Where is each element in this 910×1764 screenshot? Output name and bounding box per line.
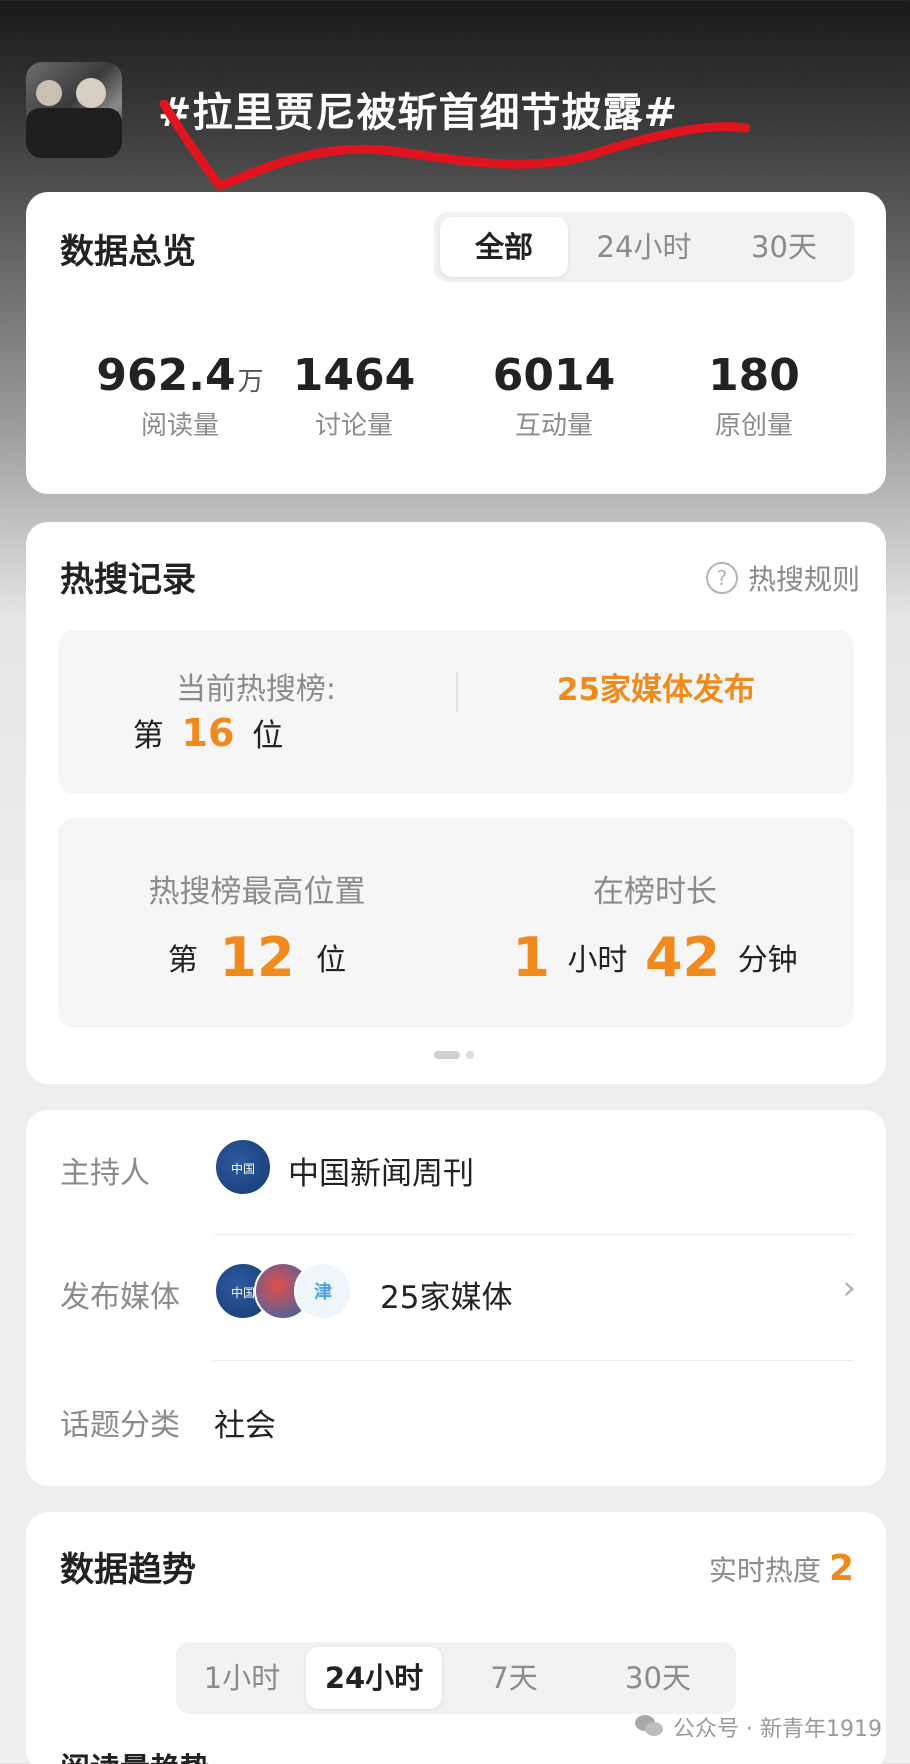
stat-originals-value: 180: [708, 350, 800, 401]
page-indicator: [434, 1044, 480, 1063]
duration-hours: 1: [512, 926, 550, 989]
media-publish-link[interactable]: 25家媒体发布: [458, 664, 854, 709]
host-logo-icon: 中国: [214, 1138, 272, 1196]
highest-rank-label: 热搜榜最高位置: [148, 874, 366, 910]
duration-value: 1 小时 42 分钟: [456, 926, 854, 989]
hot-rules-link[interactable]: ? 热搜规则: [705, 558, 860, 598]
stat-discussions: 1464 讨论量: [254, 350, 454, 442]
read-trend-title: 阅读量趋势: [60, 1744, 210, 1764]
stat-interactions-label: 互动量: [514, 411, 593, 441]
stat-reads: 962.4万 阅读量: [80, 350, 280, 442]
duration-label: 在榜时长: [593, 874, 717, 910]
current-rank-suffix: 位: [252, 718, 284, 754]
realtime-heat-label: 实时热度: [708, 1554, 821, 1587]
wechat-icon: [635, 1715, 665, 1739]
question-icon: ?: [705, 562, 738, 594]
rank-history-panel: 热搜榜最高位置 第 12 位 在榜时长 1 小时 42 分钟: [58, 818, 854, 1028]
trend-range-tabs: 1小时 24小时 7天 30天: [176, 1642, 736, 1714]
highest-rank-prefix: 第: [167, 943, 198, 978]
stat-interactions-value: 6014: [492, 350, 616, 401]
media-label: 发布媒体: [60, 1280, 180, 1315]
category-label: 话题分类: [60, 1408, 180, 1443]
current-rank-label: 当前热搜榜:: [175, 672, 337, 707]
category-value: 社会: [214, 1408, 276, 1444]
tab-24h[interactable]: 24小时: [306, 1647, 442, 1709]
duration-minutes: 42: [644, 926, 721, 989]
current-rank-panel: 当前热搜榜: 第 16 位 25家媒体发布: [58, 630, 854, 794]
tab-30d[interactable]: 30天: [586, 1647, 730, 1709]
hot-record-card: 热搜记录 ? 热搜规则 当前热搜榜: 第 16 位 25家媒体发布 热搜榜最高位…: [26, 522, 886, 1084]
red-underline-annotation: [159, 100, 750, 191]
tab-24h[interactable]: 24小时: [574, 217, 714, 277]
stat-discussions-label: 讨论量: [314, 411, 393, 441]
duration-minutes-unit: 分钟: [737, 943, 798, 978]
data-trend-title: 数据趋势: [60, 1550, 196, 1590]
topic-header: #拉里贾尼被斩首细节披露#: [0, 0, 910, 200]
chevron-right-icon: ›: [842, 1268, 856, 1308]
host-name[interactable]: 中国新闻周刊: [288, 1148, 474, 1193]
host-label: 主持人: [60, 1156, 150, 1191]
row-divider: [214, 1360, 854, 1361]
hot-record-title: 热搜记录: [60, 560, 196, 600]
highest-rank-number: 12: [219, 926, 295, 989]
current-rank-value: 第 16 位: [58, 710, 358, 755]
current-rank-number: 16: [181, 711, 235, 755]
stat-originals-label: 原创量: [714, 411, 793, 441]
realtime-heat: 实时热度 2: [709, 1548, 854, 1589]
stat-discussions-value: 1464: [292, 350, 416, 401]
topic-avatar: [26, 62, 122, 158]
watermark-text: 公众号 · 新青年1919: [673, 1717, 882, 1742]
watermark: 公众号 · 新青年1919: [635, 1711, 882, 1743]
data-overview-title: 数据总览: [60, 232, 196, 272]
stat-reads-value: 962.4: [96, 350, 236, 401]
tab-30d[interactable]: 30天: [720, 217, 848, 277]
highest-rank-value: 第 12 位: [58, 926, 456, 989]
topic-info-card: 主持人 中国 中国新闻周刊 发布媒体 中国 津 25家媒体 › 话题分类 社会: [26, 1110, 886, 1486]
realtime-heat-value: 2: [828, 1548, 854, 1589]
overview-range-tabs: 全部 24小时 30天: [434, 212, 854, 282]
media-count: 25家媒体: [380, 1280, 513, 1316]
row-divider: [214, 1234, 854, 1235]
current-rank-prefix: 第: [132, 718, 164, 754]
tab-1h[interactable]: 1小时: [182, 1647, 302, 1709]
stat-reads-label: 阅读量: [140, 411, 219, 441]
stat-originals: 180 原创量: [654, 350, 854, 442]
highest-rank-suffix: 位: [316, 943, 347, 978]
hot-rules-label: 热搜规则: [747, 563, 860, 596]
tab-7d[interactable]: 7天: [446, 1647, 582, 1709]
duration-hours-unit: 小时: [567, 943, 628, 978]
tab-all[interactable]: 全部: [440, 217, 568, 277]
data-overview-card: 数据总览 全部 24小时 30天 962.4万 阅读量 1464 讨论量 601…: [26, 192, 886, 494]
media-logo-icon-3: 津: [294, 1262, 352, 1320]
stat-interactions: 6014 互动量: [454, 350, 654, 442]
